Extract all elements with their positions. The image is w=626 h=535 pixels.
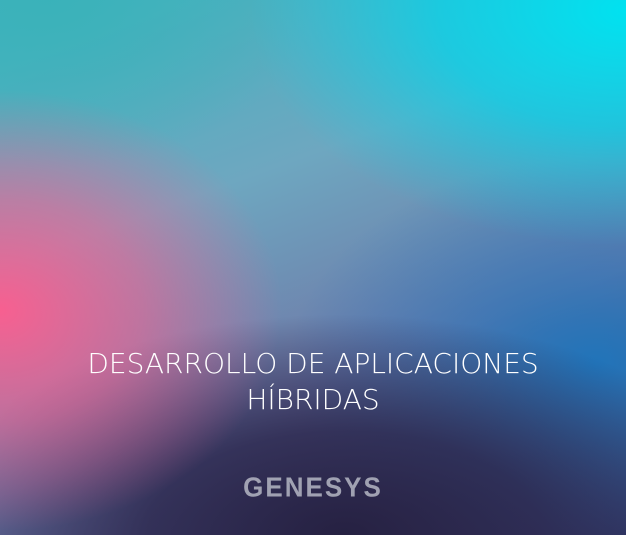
course-banner: DESARROLLO DE APLICACIONES HÍBRIDAS GENE… bbox=[0, 0, 626, 535]
banner-title-line-1: DESARROLLO DE APLICACIONES bbox=[87, 347, 539, 380]
banner-title-line-2: HÍBRIDAS bbox=[246, 383, 380, 416]
genesys-logo: GENESYS bbox=[243, 471, 383, 503]
banner-title: DESARROLLO DE APLICACIONES HÍBRIDAS bbox=[0, 346, 626, 418]
